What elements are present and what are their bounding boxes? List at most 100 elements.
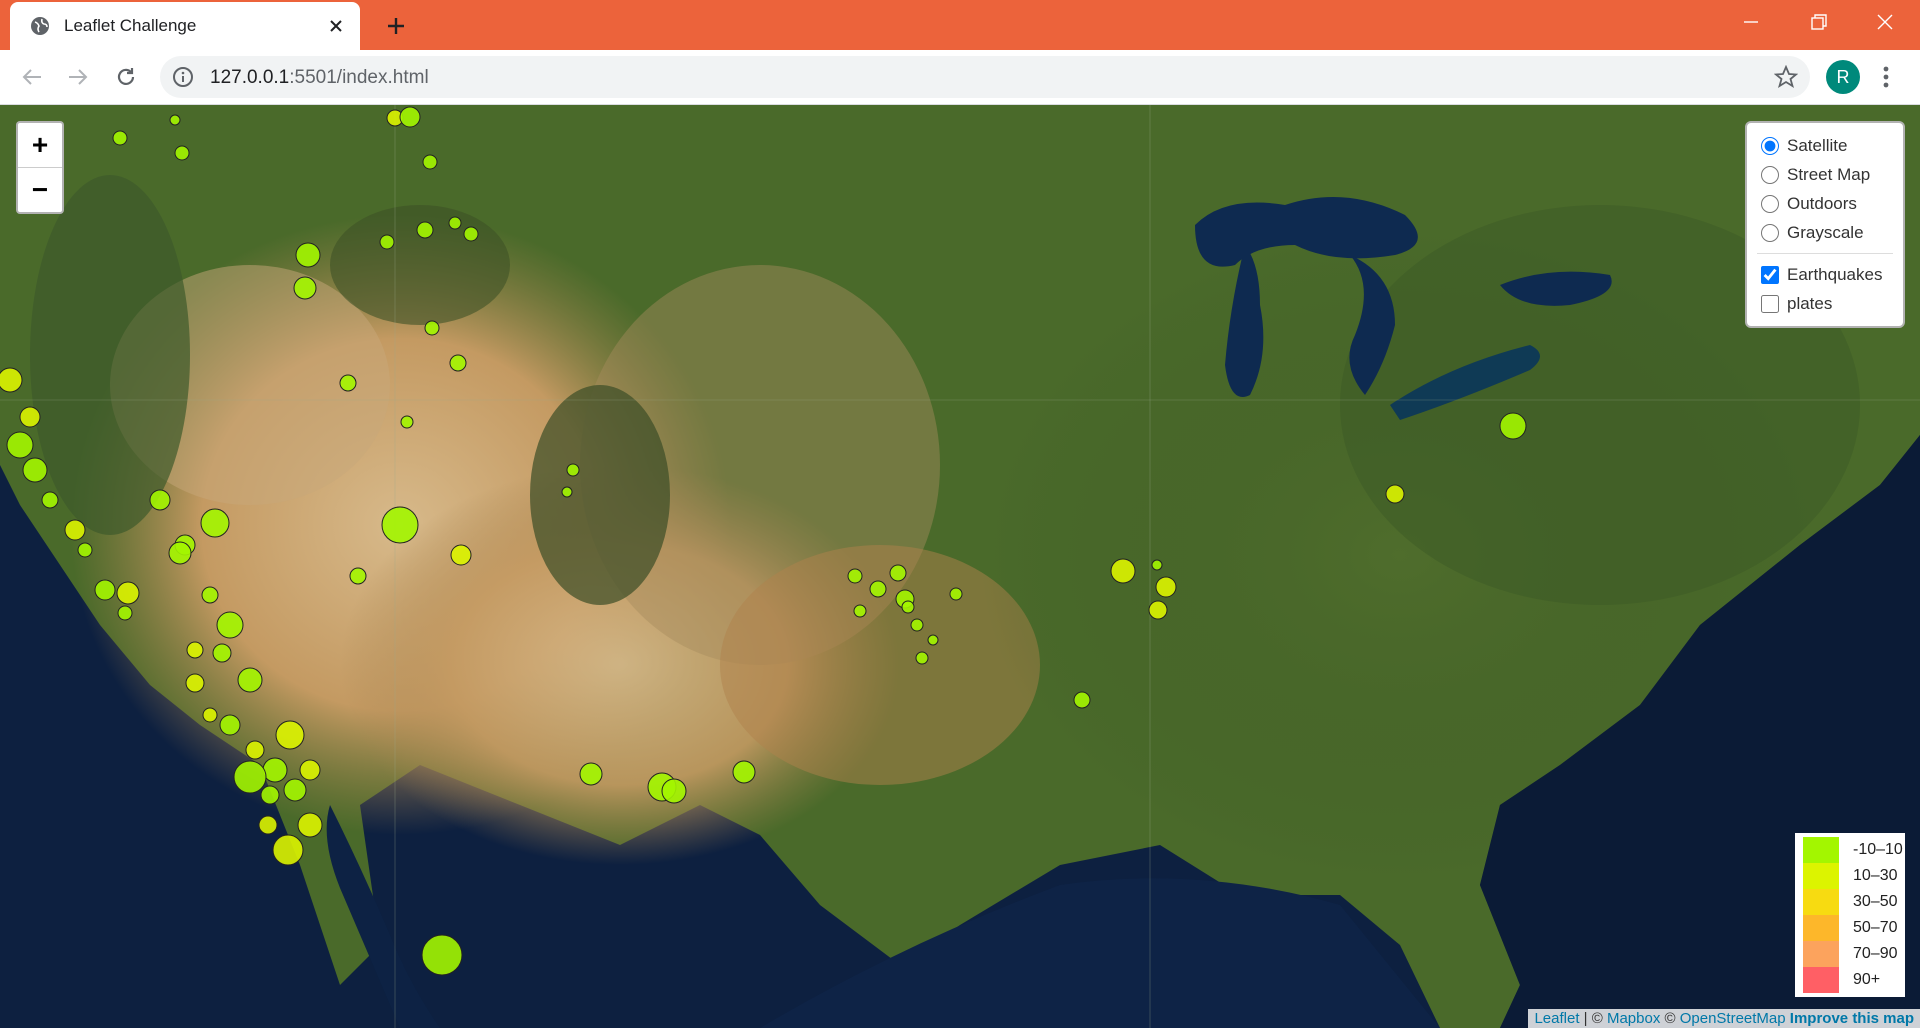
- earthquake-marker[interactable]: [295, 242, 321, 268]
- earthquake-marker[interactable]: [910, 618, 924, 632]
- earthquake-marker[interactable]: [1148, 600, 1168, 620]
- earthquakes-checkbox[interactable]: [1761, 265, 1779, 284]
- outdoors-radio[interactable]: [1761, 194, 1779, 213]
- earthquake-marker[interactable]: [168, 541, 192, 565]
- browser-tab[interactable]: Leaflet Challenge: [10, 2, 360, 50]
- overlay-option-earthquakes[interactable]: Earthquakes: [1747, 260, 1903, 289]
- earthquake-marker[interactable]: [245, 740, 265, 760]
- earthquake-marker[interactable]: [297, 812, 323, 838]
- earthquake-marker[interactable]: [732, 760, 756, 784]
- earthquake-marker[interactable]: [219, 714, 241, 736]
- earthquake-marker[interactable]: [1151, 559, 1163, 571]
- leaflet-link[interactable]: Leaflet: [1534, 1010, 1579, 1027]
- earthquake-marker[interactable]: [112, 130, 128, 146]
- earthquake-marker[interactable]: [566, 463, 580, 477]
- earthquake-marker[interactable]: [174, 145, 190, 161]
- earthquake-marker[interactable]: [22, 457, 48, 483]
- satellite-basemap[interactable]: [0, 105, 1920, 1028]
- profile-avatar[interactable]: R: [1826, 60, 1860, 94]
- earthquake-marker[interactable]: [94, 579, 116, 601]
- mapbox-link[interactable]: Mapbox: [1607, 1010, 1660, 1027]
- openstreetmap-link[interactable]: OpenStreetMap: [1680, 1010, 1786, 1027]
- close-tab-icon[interactable]: [324, 14, 348, 38]
- earthquake-marker[interactable]: [299, 759, 321, 781]
- address-bar[interactable]: 127.0.0.1:5501/index.html: [160, 56, 1810, 98]
- earthquake-marker[interactable]: [233, 760, 267, 794]
- earthquake-marker[interactable]: [949, 587, 963, 601]
- bookmark-star-icon[interactable]: [1773, 64, 1799, 89]
- restore-button[interactable]: [1786, 0, 1852, 44]
- grayscale-radio[interactable]: [1761, 223, 1779, 242]
- earthquake-marker[interactable]: [185, 673, 205, 693]
- earthquake-marker[interactable]: [450, 544, 472, 566]
- earthquake-marker[interactable]: [399, 106, 421, 128]
- earthquake-marker[interactable]: [200, 508, 230, 538]
- earthquake-marker[interactable]: [339, 374, 357, 392]
- earthquake-marker[interactable]: [116, 581, 140, 605]
- earthquake-marker[interactable]: [379, 234, 395, 250]
- earthquake-marker[interactable]: [293, 276, 317, 300]
- earthquake-marker[interactable]: [400, 415, 414, 429]
- earthquake-marker[interactable]: [869, 580, 887, 598]
- earthquake-marker[interactable]: [262, 757, 288, 783]
- earthquake-marker[interactable]: [1155, 576, 1177, 598]
- earthquake-marker[interactable]: [927, 634, 939, 646]
- earthquake-marker[interactable]: [853, 604, 867, 618]
- earthquake-marker[interactable]: [448, 216, 462, 230]
- info-icon[interactable]: [172, 66, 194, 88]
- map-container[interactable]: + − Satellite Street Map Outdoors Graysc…: [0, 105, 1920, 1028]
- street-map-radio[interactable]: [1761, 165, 1779, 184]
- earthquake-marker[interactable]: [260, 785, 280, 805]
- earthquake-marker[interactable]: [349, 567, 367, 585]
- overlay-option-plates[interactable]: plates: [1747, 289, 1903, 318]
- earthquake-marker[interactable]: [169, 114, 181, 126]
- zoom-out-button[interactable]: −: [18, 168, 62, 212]
- layer-option-street-map[interactable]: Street Map: [1747, 160, 1903, 189]
- forward-button[interactable]: [64, 63, 92, 91]
- earthquake-marker[interactable]: [422, 154, 438, 170]
- earthquake-marker[interactable]: [237, 667, 263, 693]
- earthquake-marker[interactable]: [416, 221, 434, 239]
- earthquake-marker[interactable]: [41, 491, 59, 509]
- earthquake-marker[interactable]: [463, 226, 479, 242]
- reload-button[interactable]: [112, 63, 140, 91]
- zoom-in-button[interactable]: +: [18, 123, 62, 168]
- earthquake-marker[interactable]: [1385, 484, 1405, 504]
- earthquake-marker[interactable]: [0, 367, 23, 393]
- earthquake-marker[interactable]: [212, 643, 232, 663]
- layer-option-satellite[interactable]: Satellite: [1747, 131, 1903, 160]
- earthquake-marker[interactable]: [1499, 412, 1527, 440]
- kebab-menu-icon[interactable]: [1876, 63, 1896, 91]
- earthquake-marker[interactable]: [258, 815, 278, 835]
- earthquake-marker[interactable]: [275, 720, 305, 750]
- improve-map-link[interactable]: Improve this map: [1790, 1010, 1914, 1027]
- minimize-button[interactable]: [1718, 0, 1784, 44]
- new-tab-button[interactable]: [382, 12, 410, 40]
- earthquake-marker[interactable]: [283, 778, 307, 802]
- earthquake-marker[interactable]: [424, 320, 440, 336]
- earthquake-marker[interactable]: [421, 934, 463, 976]
- earthquake-marker[interactable]: [64, 519, 86, 541]
- earthquake-marker[interactable]: [117, 605, 133, 621]
- earthquake-marker[interactable]: [216, 611, 244, 639]
- earthquake-marker[interactable]: [381, 506, 419, 544]
- layer-option-grayscale[interactable]: Grayscale: [1747, 218, 1903, 247]
- earthquake-marker[interactable]: [889, 564, 907, 582]
- earthquake-marker[interactable]: [661, 778, 687, 804]
- earthquake-marker[interactable]: [19, 406, 41, 428]
- earthquake-marker[interactable]: [272, 834, 304, 866]
- earthquake-marker[interactable]: [77, 542, 93, 558]
- satellite-radio[interactable]: [1761, 136, 1779, 155]
- back-button[interactable]: [18, 63, 46, 91]
- earthquake-marker[interactable]: [186, 641, 204, 659]
- earthquake-marker[interactable]: [1110, 558, 1136, 584]
- earthquake-marker[interactable]: [6, 431, 34, 459]
- earthquake-marker[interactable]: [201, 586, 219, 604]
- earthquake-marker[interactable]: [561, 486, 573, 498]
- earthquake-marker[interactable]: [915, 651, 929, 665]
- earthquake-marker[interactable]: [449, 354, 467, 372]
- earthquake-marker[interactable]: [1073, 691, 1091, 709]
- layer-option-outdoors[interactable]: Outdoors: [1747, 189, 1903, 218]
- earthquake-marker[interactable]: [579, 762, 603, 786]
- earthquake-marker[interactable]: [901, 600, 915, 614]
